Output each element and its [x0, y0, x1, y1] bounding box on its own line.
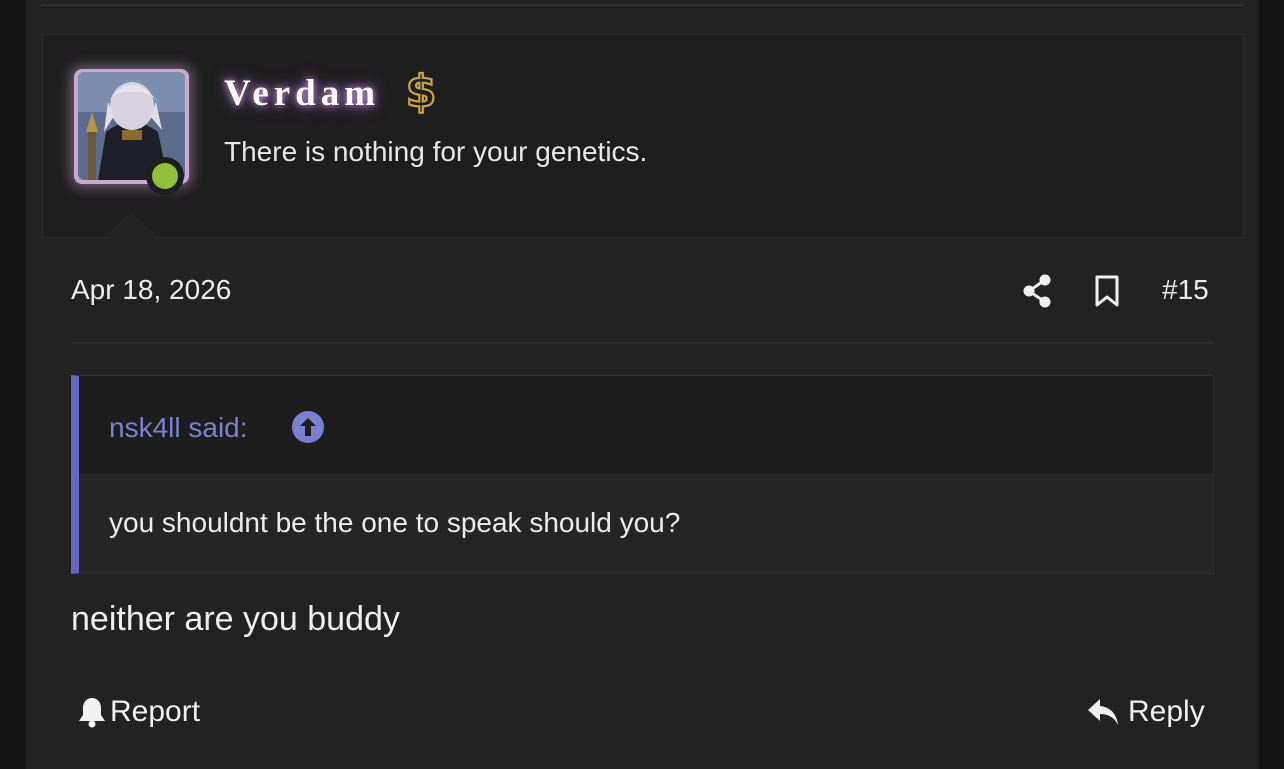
bell-icon [79, 698, 105, 728]
bookmark-icon[interactable] [1094, 275, 1120, 307]
post-number-link[interactable]: #15 [1162, 274, 1209, 306]
top-divider [41, 4, 1244, 8]
dollar-icon: $ [405, 65, 438, 116]
online-status-indicator [146, 157, 184, 195]
post-container: Verdam $ There is nothing for your genet… [26, 0, 1259, 769]
reply-label: Reply [1128, 695, 1205, 728]
post-date[interactable]: Apr 18, 2026 [71, 274, 231, 306]
jump-to-quote-icon[interactable] [291, 410, 325, 444]
meta-divider [71, 342, 1214, 344]
quote-attribution[interactable]: nsk4ll said: [109, 412, 248, 444]
reply-button[interactable]: Reply [1086, 690, 1205, 734]
post-body-text: neither are you buddy [71, 600, 400, 638]
quote-header: nsk4ll said: [79, 376, 1213, 474]
report-label: Report [110, 695, 201, 728]
reply-icon [1088, 699, 1118, 725]
share-icon[interactable] [1022, 274, 1052, 308]
quote-block: nsk4ll said: you shouldnt be the one to … [71, 375, 1214, 574]
header-pointer [104, 212, 158, 239]
user-title: There is nothing for your genetics. [224, 136, 648, 167]
quote-text: you shouldnt be the one to speak should … [109, 507, 681, 538]
report-button[interactable]: Report [78, 690, 200, 734]
svg-text:$: $ [406, 66, 437, 116]
username[interactable]: Verdam [224, 72, 380, 115]
